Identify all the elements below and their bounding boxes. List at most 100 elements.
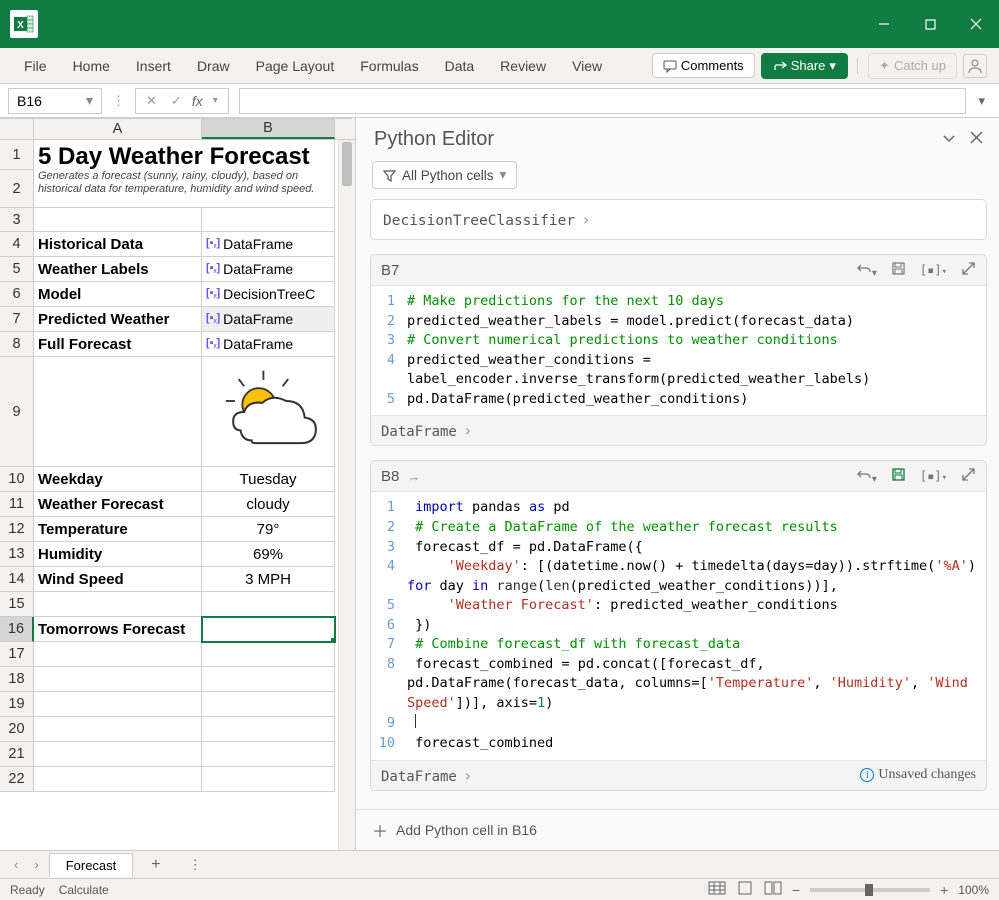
confirm-icon[interactable]: ✓ [167, 93, 186, 109]
minimize-button[interactable] [861, 0, 907, 48]
cell[interactable] [202, 692, 335, 717]
sheet-menu-icon[interactable]: ⋮ [179, 857, 212, 873]
vertical-scrollbar[interactable] [338, 140, 355, 850]
add-sheet-button[interactable]: + [137, 856, 174, 874]
cell[interactable]: Humidity [34, 542, 202, 567]
cell[interactable] [34, 767, 202, 792]
row-header[interactable]: 22 [0, 767, 34, 792]
maximize-button[interactable] [907, 0, 953, 48]
name-box[interactable]: B16 ▾ [8, 88, 102, 114]
cell[interactable]: [▪ʸ] DataFrame [202, 257, 335, 282]
row-header[interactable]: 14 [0, 567, 34, 592]
zoom-level[interactable]: 100% [958, 883, 989, 897]
zoom-out-button[interactable]: − [792, 882, 800, 898]
cell[interactable] [34, 592, 202, 617]
row-header[interactable]: 17 [0, 642, 34, 667]
row-header[interactable]: 16 [0, 617, 34, 642]
ribbon-tab-file[interactable]: File [12, 52, 59, 80]
ribbon-tab-view[interactable]: View [560, 52, 614, 80]
undo-icon[interactable]: ▾ [856, 468, 877, 485]
cell[interactable]: Weather Forecast [34, 492, 202, 517]
row-header[interactable]: 1 [0, 140, 34, 170]
cell[interactable]: Full Forecast [34, 332, 202, 357]
cell[interactable]: Weekday [34, 467, 202, 492]
cell-output[interactable]: DataFrame [381, 421, 473, 440]
output-type-icon[interactable]: [▪]▾ [920, 469, 947, 483]
ribbon-tab-data[interactable]: Data [433, 52, 487, 80]
row-header[interactable]: 8 [0, 332, 34, 357]
ribbon-tab-insert[interactable]: Insert [124, 52, 183, 80]
ribbon-tab-formulas[interactable]: Formulas [348, 52, 430, 80]
cell[interactable] [202, 617, 335, 642]
view-page-layout-icon[interactable] [736, 881, 754, 898]
sheet-tab[interactable]: Forecast [49, 853, 134, 877]
cell[interactable]: Weather Labels [34, 257, 202, 282]
expand-icon[interactable] [961, 467, 976, 485]
cell[interactable]: [▪ʸ] DataFrame [202, 307, 335, 332]
row-header[interactable]: 21 [0, 742, 34, 767]
ribbon-tab-page-layout[interactable]: Page Layout [244, 52, 347, 80]
view-page-break-icon[interactable] [764, 881, 782, 898]
collapse-icon[interactable] [942, 131, 956, 148]
row-header[interactable]: 13 [0, 542, 34, 567]
column-header-A[interactable]: A [34, 118, 202, 139]
cell[interactable] [34, 642, 202, 667]
row-header[interactable]: 3 [0, 208, 34, 232]
filter-button[interactable]: All Python cells ▾ [372, 161, 517, 189]
row-header[interactable]: 9 [0, 357, 34, 467]
row-header[interactable]: 15 [0, 592, 34, 617]
close-panel-icon[interactable] [970, 131, 983, 148]
select-all-corner[interactable] [0, 118, 34, 139]
save-icon[interactable] [891, 467, 906, 485]
add-python-cell-button[interactable]: ＋ Add Python cell in B16 [356, 809, 999, 850]
cell[interactable] [202, 667, 335, 692]
cell[interactable] [202, 592, 335, 617]
expand-formula-icon[interactable]: ▾ [972, 93, 991, 109]
row-header[interactable]: 18 [0, 667, 34, 692]
cell[interactable] [34, 717, 202, 742]
cell[interactable]: [▪ʸ] DecisionTreeC [202, 282, 335, 307]
cell[interactable]: 3 MPH [202, 567, 335, 592]
share-button[interactable]: Share ▾ [761, 53, 848, 79]
weather-icon-cell[interactable] [202, 357, 335, 467]
account-icon[interactable] [963, 54, 987, 78]
view-normal-icon[interactable] [708, 881, 726, 898]
cell[interactable] [202, 642, 335, 667]
cell[interactable]: 79° [202, 517, 335, 542]
comments-button[interactable]: Comments [652, 53, 755, 78]
cell[interactable]: Predicted Weather [34, 307, 202, 332]
row-header[interactable]: 11 [0, 492, 34, 517]
cell[interactable] [34, 357, 202, 467]
zoom-in-button[interactable]: + [940, 882, 948, 898]
ribbon-tab-home[interactable]: Home [61, 52, 122, 80]
cell[interactable] [34, 208, 202, 232]
cancel-icon[interactable]: ✕ [142, 93, 161, 109]
cell[interactable] [34, 692, 202, 717]
zoom-slider[interactable] [810, 888, 930, 892]
link-arrow-icon[interactable]: → [407, 469, 420, 484]
cell[interactable]: Model [34, 282, 202, 307]
cell[interactable]: [▪ʸ] DataFrame [202, 332, 335, 357]
column-header-B[interactable]: B [202, 118, 335, 139]
row-header[interactable]: 12 [0, 517, 34, 542]
cell[interactable]: Temperature [34, 517, 202, 542]
cell[interactable]: cloudy [202, 492, 335, 517]
close-button[interactable] [953, 0, 999, 48]
output-type-icon[interactable]: [▪]▾ [920, 263, 947, 277]
row-header[interactable]: 19 [0, 692, 34, 717]
ribbon-tab-draw[interactable]: Draw [185, 52, 242, 80]
cell[interactable]: Historical Data [34, 232, 202, 257]
expand-icon[interactable] [961, 261, 976, 279]
catchup-button[interactable]: ✦ Catch up [868, 53, 957, 79]
row-header[interactable]: 4 [0, 232, 34, 257]
fx-label[interactable]: fx [192, 93, 203, 109]
code-editor[interactable]: 1 import pandas as pd 2 # Create a DataF… [371, 492, 986, 759]
cell-reference[interactable]: B7 [381, 262, 399, 279]
ribbon-tab-review[interactable]: Review [488, 52, 558, 80]
result-block[interactable]: DecisionTreeClassifier [370, 199, 987, 240]
chevron-down-icon[interactable]: ▾ [209, 95, 222, 106]
row-header[interactable]: 2 [0, 170, 34, 208]
row-header[interactable]: 5 [0, 257, 34, 282]
cell[interactable] [202, 208, 335, 232]
title-cell[interactable]: 5 Day Weather Forecast [34, 140, 335, 170]
